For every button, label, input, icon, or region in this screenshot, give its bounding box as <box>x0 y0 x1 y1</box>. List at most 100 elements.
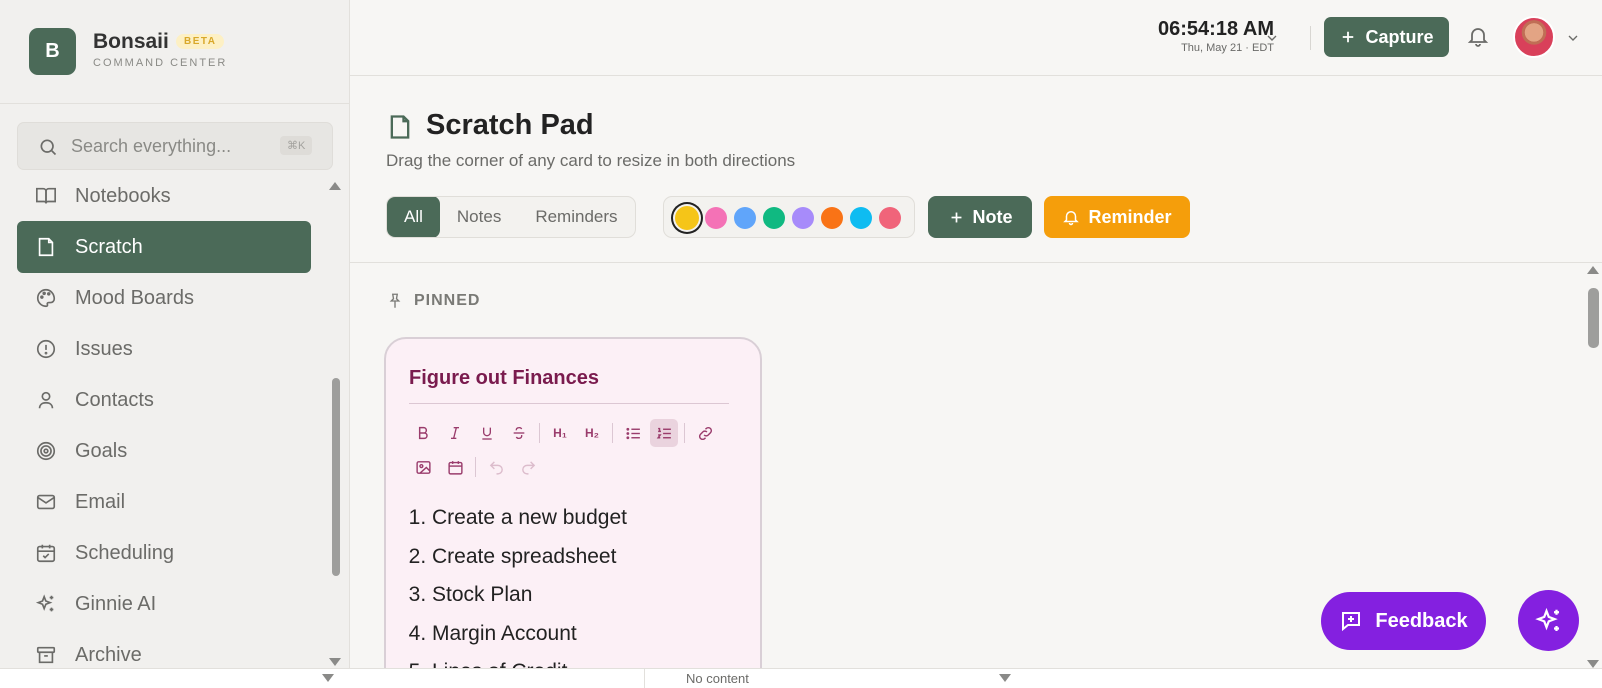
sidebar-item-contacts[interactable]: Contacts <box>17 374 311 426</box>
avatar[interactable] <box>1513 16 1555 58</box>
filter-segmented-control: All Notes Reminders <box>386 196 636 238</box>
bell-icon[interactable] <box>1466 24 1490 48</box>
divider <box>1310 26 1311 50</box>
color-filter <box>663 196 915 238</box>
capture-button[interactable]: Capture <box>1324 17 1449 57</box>
filter-reminders[interactable]: Reminders <box>518 197 634 237</box>
sidebar-item-mood-boards[interactable]: Mood Boards <box>17 272 311 324</box>
sidebar-item-label: Goals <box>75 439 128 462</box>
filter-all[interactable]: All <box>387 197 440 237</box>
sidebar-item-goals[interactable]: Goals <box>17 425 311 477</box>
image-icon[interactable] <box>409 453 437 481</box>
chevron-down-icon[interactable] <box>322 674 334 682</box>
search-shortcut: ⌘K <box>280 136 313 155</box>
feedback-label: Feedback <box>1375 609 1468 632</box>
book-icon <box>35 185 57 207</box>
ai-assistant-button[interactable] <box>1518 590 1579 651</box>
sidebar-item-scheduling[interactable]: Scheduling <box>17 527 311 579</box>
bell-icon <box>1063 211 1080 226</box>
plus-icon <box>951 212 961 222</box>
sidebar-scroll-thumb[interactable] <box>332 378 340 576</box>
color-swatch-green[interactable] <box>763 207 785 229</box>
list-item: Create a new budget <box>432 499 627 538</box>
link-icon[interactable] <box>691 419 719 447</box>
heading1-icon[interactable]: H₁ <box>546 419 574 447</box>
sidebar-item-label: Contacts <box>75 388 154 411</box>
color-swatch-orange[interactable] <box>821 207 843 229</box>
toolbar-separator <box>684 423 685 443</box>
sidebar-nav: Notebooks Scratch Mood Boards Issues Con… <box>17 170 312 673</box>
divider <box>644 669 645 688</box>
main-scrollbar[interactable] <box>1584 264 1602 673</box>
color-swatch-blue[interactable] <box>734 207 756 229</box>
list-item: Margin Account <box>432 615 627 654</box>
page-title: Scratch Pad <box>426 109 594 141</box>
sidebar-item-label: Mood Boards <box>75 286 194 309</box>
message-plus-icon <box>1342 612 1361 632</box>
ordered-list-icon[interactable] <box>650 419 678 447</box>
undo-icon[interactable] <box>482 453 510 481</box>
color-swatch-pink[interactable] <box>705 207 727 229</box>
sidebar-item-ginnie-ai[interactable]: Ginnie AI <box>17 578 311 630</box>
pinned-label: PINNED <box>414 292 481 309</box>
bullet-list-icon[interactable] <box>619 419 647 447</box>
feedback-button[interactable]: Feedback <box>1321 592 1486 650</box>
archive-icon <box>35 644 57 666</box>
toolbar-separator <box>539 423 540 443</box>
bold-icon[interactable] <box>409 419 437 447</box>
status-text: No content <box>686 671 749 686</box>
sidebar-scrollbar[interactable] <box>327 178 342 673</box>
heading2-icon[interactable]: H₂ <box>578 419 606 447</box>
sidebar-item-archive[interactable]: Archive <box>17 629 311 673</box>
calendar-icon[interactable] <box>441 453 469 481</box>
target-icon <box>35 440 57 462</box>
chevron-down-icon[interactable] <box>999 674 1011 682</box>
pin-icon <box>389 293 401 308</box>
strikethrough-icon[interactable] <box>505 419 533 447</box>
sidebar-item-label: Email <box>75 490 126 513</box>
page-header: Scratch Pad Drag the corner of any card … <box>350 77 1602 263</box>
toolbar-separator <box>612 423 613 443</box>
clock-time: 06:54:18 AM <box>1158 18 1274 40</box>
color-swatch-purple[interactable] <box>792 207 814 229</box>
italic-icon[interactable] <box>441 419 469 447</box>
search-input[interactable]: Search everything... ⌘K <box>17 122 333 170</box>
brand-subtitle: COMMAND CENTER <box>93 57 228 69</box>
sidebar-item-label: Ginnie AI <box>75 592 157 615</box>
list-item: Stock Plan <box>432 576 627 615</box>
mail-icon <box>35 491 57 513</box>
scroll-up-arrow-icon[interactable] <box>1587 266 1599 274</box>
underline-icon[interactable] <box>473 419 501 447</box>
add-note-button[interactable]: Note <box>928 196 1032 238</box>
add-reminder-button[interactable]: Reminder <box>1044 196 1190 238</box>
palette-icon <box>35 287 57 309</box>
chevron-down-icon[interactable] <box>1264 30 1280 46</box>
scroll-down-arrow-icon[interactable] <box>1587 660 1599 668</box>
sparkles-icon <box>1534 607 1559 631</box>
scroll-up-arrow-icon[interactable] <box>329 182 341 190</box>
color-swatch-yellow[interactable] <box>675 206 699 230</box>
sidebar-item-label: Scheduling <box>75 541 174 564</box>
capture-label: Capture <box>1365 26 1434 47</box>
note-title[interactable]: Figure out Finances <box>409 367 599 390</box>
note-label: Note <box>972 206 1013 227</box>
search-icon <box>40 139 57 156</box>
sidebar-item-email[interactable]: Email <box>17 476 311 528</box>
note-card[interactable]: Figure out Finances H₁ H₂ Create a new b… <box>384 337 762 673</box>
redo-icon[interactable] <box>514 453 542 481</box>
sidebar-item-issues[interactable]: Issues <box>17 323 311 375</box>
file-icon <box>35 236 57 258</box>
color-swatch-red[interactable] <box>879 207 901 229</box>
sparkles-icon <box>35 593 57 615</box>
chevron-down-icon[interactable] <box>1565 30 1581 46</box>
main-scroll-thumb[interactable] <box>1588 288 1599 348</box>
color-swatch-cyan[interactable] <box>850 207 872 229</box>
brand-logo[interactable]: B <box>29 28 76 75</box>
filter-notes[interactable]: Notes <box>440 197 518 237</box>
note-ordered-list[interactable]: Create a new budget Create spreadsheet S… <box>432 499 627 673</box>
sidebar-item-notebooks[interactable]: Notebooks <box>17 170 311 222</box>
reminder-label: Reminder <box>1088 206 1172 227</box>
sidebar-item-scratch[interactable]: Scratch <box>17 221 311 273</box>
sidebar-item-label: Archive <box>75 643 142 666</box>
scroll-down-arrow-icon[interactable] <box>329 658 341 666</box>
